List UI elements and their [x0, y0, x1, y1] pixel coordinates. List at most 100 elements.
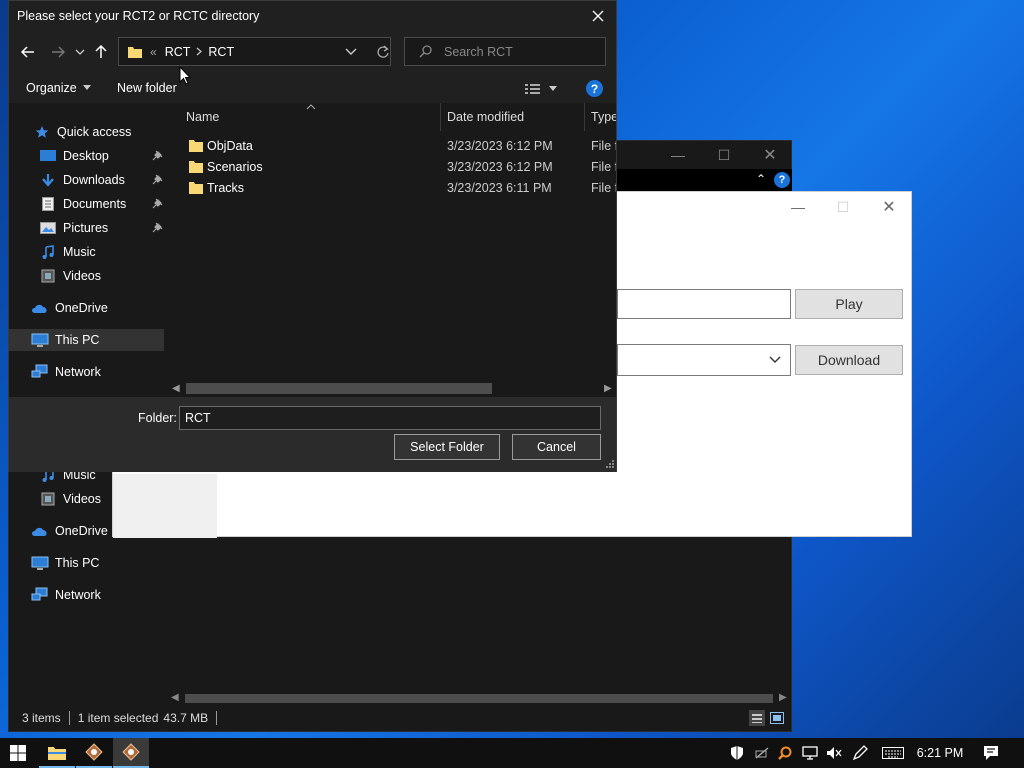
pin-icon[interactable]	[152, 198, 163, 209]
organize-button[interactable]: Organize	[26, 81, 91, 95]
version-select[interactable]	[617, 344, 791, 376]
play-button[interactable]: Play	[795, 289, 903, 319]
breadcrumb-overflow[interactable]: «	[150, 45, 157, 59]
status-divider	[216, 711, 218, 725]
scroll-left-icon[interactable]: ◀	[171, 692, 179, 703]
search-input[interactable]: Search RCT	[444, 45, 513, 59]
search-tray-icon[interactable]	[776, 738, 794, 768]
address-bar[interactable]: « RCT RCT	[118, 37, 391, 66]
nav-network[interactable]: Network	[31, 361, 101, 383]
scroll-thumb[interactable]	[186, 383, 492, 394]
pin-icon[interactable]	[152, 174, 163, 185]
video-icon	[39, 491, 57, 507]
sort-ascending-icon	[306, 104, 316, 110]
launcher-minimize-icon[interactable]: —	[775, 196, 821, 218]
file-name: Tracks	[207, 181, 245, 195]
status-size: 43.7 MB	[163, 711, 209, 725]
maximize-icon[interactable]: ☐	[701, 141, 747, 169]
pin-icon[interactable]	[152, 222, 163, 233]
folder-name-input[interactable]: RCT	[179, 406, 601, 430]
taskbar-file-explorer[interactable]	[39, 738, 75, 768]
large-icons-view-icon[interactable]	[769, 710, 785, 726]
help-icon[interactable]: ?	[586, 80, 603, 97]
file-type: File fo	[591, 160, 616, 174]
start-button[interactable]	[0, 738, 36, 768]
bg-nav-onedrive[interactable]: OneDrive	[31, 520, 108, 542]
file-row[interactable]: Scenarios 3/23/2023 6:12 PM File fo	[166, 157, 616, 178]
launcher-close-icon[interactable]: ✕	[866, 196, 912, 218]
status-bar: 3 items 1 item selected 43.7 MB	[9, 705, 791, 731]
document-icon	[39, 196, 57, 212]
file-row[interactable]: ObjData 3/23/2023 6:12 PM File fo	[166, 136, 616, 157]
column-header-date[interactable]: Date modified	[447, 103, 524, 131]
search-icon	[419, 45, 432, 58]
file-type: File fo	[591, 181, 616, 195]
nav-onedrive[interactable]: OneDrive	[31, 297, 108, 319]
close-icon[interactable]: ✕	[747, 141, 793, 169]
address-dropdown-icon[interactable]	[345, 47, 357, 57]
nav-videos[interactable]: Videos	[39, 265, 101, 287]
column-header-name[interactable]: Name	[186, 103, 219, 131]
chevron-up-icon[interactable]: ⌃	[756, 172, 766, 186]
new-folder-button[interactable]: New folder	[117, 81, 177, 95]
keyboard-icon[interactable]	[880, 738, 906, 768]
resize-grip-icon[interactable]	[605, 459, 615, 469]
back-arrow-icon[interactable]	[17, 41, 39, 63]
taskbar-app-rct[interactable]	[76, 738, 112, 768]
file-row[interactable]: Tracks 3/23/2023 6:11 PM File fo	[166, 178, 616, 199]
path-input[interactable]	[617, 289, 791, 319]
breadcrumb-parent[interactable]: RCT	[165, 45, 191, 59]
scroll-right-icon[interactable]: ▶	[779, 692, 787, 703]
details-view-icon[interactable]	[749, 710, 765, 726]
network-disconnected-icon[interactable]	[752, 738, 772, 768]
notifications-icon[interactable]	[980, 738, 1002, 768]
nav-quick-access[interactable]: Quick access	[33, 121, 131, 143]
refresh-icon[interactable]	[377, 45, 389, 59]
nav-music[interactable]: Music	[39, 241, 96, 263]
scroll-right-icon[interactable]: ▶	[604, 383, 612, 394]
file-date: 3/23/2023 6:12 PM	[447, 139, 553, 153]
file-date: 3/23/2023 6:11 PM	[447, 181, 552, 195]
scroll-left-icon[interactable]: ◀	[172, 383, 180, 394]
search-box[interactable]: Search RCT	[404, 37, 606, 66]
security-shield-icon[interactable]	[728, 738, 746, 768]
up-arrow-icon[interactable]	[91, 41, 111, 63]
bg-nav-videos[interactable]: Videos	[39, 488, 101, 510]
nav-desktop[interactable]: Desktop	[39, 145, 163, 167]
scroll-thumb[interactable]	[185, 694, 773, 703]
display-icon[interactable]	[800, 738, 820, 768]
pen-icon[interactable]	[850, 738, 870, 768]
breadcrumb-current[interactable]: RCT	[208, 45, 234, 59]
network-icon	[31, 364, 49, 380]
pin-icon[interactable]	[152, 150, 163, 161]
nav-downloads[interactable]: Downloads	[39, 169, 163, 191]
column-divider[interactable]	[440, 103, 441, 131]
download-button[interactable]: Download	[795, 345, 903, 375]
select-folder-button[interactable]: Select Folder	[394, 434, 500, 460]
folder-label: Folder:	[138, 411, 177, 425]
computer-icon	[31, 555, 49, 571]
bg-nav-network[interactable]: Network	[31, 584, 101, 606]
dialog-close-icon[interactable]	[586, 5, 610, 27]
clock[interactable]: 6:21 PM	[912, 738, 968, 768]
launcher-maximize-icon[interactable]: ☐	[820, 196, 866, 218]
nav-this-pc[interactable]: This PC	[31, 329, 99, 351]
recent-locations-chevron-icon[interactable]	[72, 41, 88, 63]
nav-pictures[interactable]: Pictures	[39, 217, 163, 239]
volume-muted-icon[interactable]	[824, 738, 844, 768]
taskbar-app-launcher[interactable]	[113, 738, 149, 768]
bg-nav-this-pc[interactable]: This PC	[31, 552, 99, 574]
cancel-button[interactable]: Cancel	[512, 434, 601, 460]
taskbar: 6:21 PM	[0, 738, 1024, 768]
horizontal-scrollbar[interactable]: ◀ ▶	[166, 380, 616, 397]
column-header-type[interactable]: Type	[591, 103, 616, 131]
change-view-icon[interactable]	[525, 83, 559, 95]
help-icon[interactable]: ?	[774, 172, 790, 188]
forward-arrow-icon[interactable]	[47, 41, 69, 63]
file-type: File fo	[591, 139, 616, 153]
nav-documents[interactable]: Documents	[39, 193, 163, 215]
desktop-icon	[39, 148, 57, 164]
column-divider[interactable]	[584, 103, 585, 131]
folder-picker-dialog: Please select your RCT2 or RCTC director…	[8, 0, 617, 472]
minimize-icon[interactable]: —	[655, 141, 701, 169]
